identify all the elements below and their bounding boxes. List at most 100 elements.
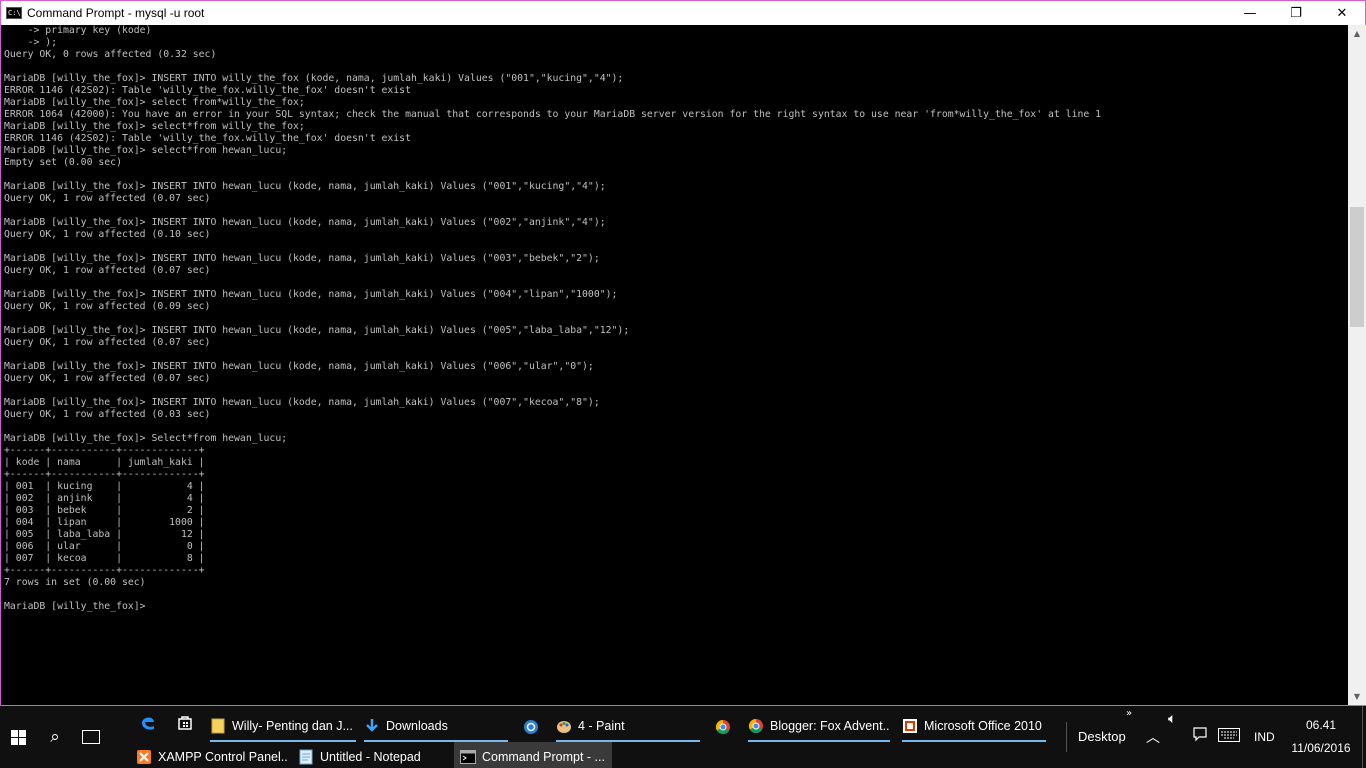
- chrome-icon: [748, 718, 764, 734]
- console-line: Query OK, 1 row affected (0.07 sec): [4, 337, 211, 348]
- paint-icon: [556, 718, 572, 734]
- console-line: | 003 | bebek | 2 |: [4, 505, 205, 516]
- console-line: | kode | nama | jumlah_kaki |: [4, 457, 205, 468]
- console-line: Query OK, 1 row affected (0.07 sec): [4, 265, 211, 276]
- taskbar-item-label: 4 - Paint: [578, 718, 625, 733]
- taskbar-item-label: Downloads: [386, 718, 448, 733]
- close-button[interactable]: ✕: [1319, 1, 1365, 25]
- console-line: MariaDB [willy_the_fox]> INSERT INTO hew…: [4, 181, 606, 192]
- taskbar-item-label: XAMPP Control Panel...: [158, 749, 288, 764]
- chrome-icon[interactable]: [708, 711, 738, 742]
- console-output[interactable]: -> primary key (kode) -> ); Query OK, 0 r…: [2, 25, 1348, 705]
- taskbar-item-folder[interactable]: Willy- Penting dan J...: [210, 711, 356, 742]
- windows-logo-icon: [10, 729, 26, 745]
- cmd-icon: [460, 749, 476, 765]
- taskbar-item-label: Microsoft Office 2010: [924, 718, 1042, 733]
- console-line: | 001 | kucing | 4 |: [4, 481, 205, 492]
- taskbar-item-downloads[interactable]: Downloads: [364, 711, 508, 742]
- console-line: -> );: [4, 37, 58, 48]
- taskbar: ⌕ Willy- Penting dan J... Downloads 4 - …: [0, 706, 1366, 768]
- office-icon: [902, 718, 918, 734]
- cmd-icon: C:\: [6, 7, 22, 19]
- search-icon[interactable]: ⌕: [40, 722, 70, 752]
- console-lines: -> primary key (kode) -> ); Query OK, 0 r…: [2, 25, 1348, 613]
- taskbar-item-command-prompt[interactable]: Command Prompt - ...: [454, 742, 612, 768]
- console-line: | 005 | laba_laba | 12 |: [4, 529, 205, 540]
- taskbar-item-xampp[interactable]: XAMPP Control Panel...: [136, 742, 288, 768]
- console-line: Query OK, 1 row affected (0.03 sec): [4, 409, 211, 420]
- app-circle-icon[interactable]: [516, 711, 546, 742]
- taskbar-item-label: Untitled - Notepad: [320, 749, 421, 764]
- console-line: +------+-----------+-------------+: [4, 469, 205, 480]
- language-indicator[interactable]: IND: [1254, 722, 1275, 752]
- taskbar-item-label: Command Prompt - ...: [482, 749, 605, 764]
- taskbar-item-office[interactable]: Microsoft Office 2010: [902, 711, 1046, 742]
- console-line: MariaDB [willy_the_fox]> select*from hew…: [4, 145, 288, 156]
- folder-icon: [210, 718, 226, 734]
- task-view-icon[interactable]: [76, 722, 106, 752]
- console-line: Query OK, 1 row affected (0.10 sec): [4, 229, 211, 240]
- show-hidden-icons-chevron-icon[interactable]: »: [1126, 708, 1132, 719]
- taskbar-item-notepad[interactable]: Untitled - Notepad: [298, 742, 446, 768]
- xampp-icon: [136, 749, 152, 765]
- console-line: ERROR 1064 (42000): You have an error in…: [4, 109, 1102, 120]
- console-line: MariaDB [willy_the_fox]> INSERT INTO hew…: [4, 217, 606, 228]
- clock-time: 06.41: [1305, 718, 1337, 732]
- console-line: MariaDB [willy_the_fox]> select from*wil…: [4, 97, 305, 108]
- console-line: Query OK, 0 rows affected (0.32 sec): [4, 49, 217, 60]
- console-line: +------+-----------+-------------+: [4, 445, 205, 456]
- title-bar[interactable]: C:\ Command Prompt - mysql -u root — ❐ ✕: [1, 1, 1365, 25]
- edge-icon[interactable]: [133, 706, 163, 737]
- volume-icon[interactable]: 🔈︎: [1168, 711, 1176, 727]
- taskbar-item-label: Blogger: Fox Advent...: [770, 718, 890, 733]
- chevron-up-icon[interactable]: ︿: [1146, 727, 1160, 747]
- console-line: +------+-----------+-------------+: [4, 565, 205, 576]
- console-line: MariaDB [willy_the_fox]>: [4, 601, 152, 612]
- console-line: Query OK, 1 row affected (0.09 sec): [4, 301, 211, 312]
- console-line: 7 rows in set (0.00 sec): [4, 577, 146, 588]
- notepad-icon: [298, 749, 314, 765]
- store-icon[interactable]: [170, 706, 200, 737]
- scroll-thumb[interactable]: [1350, 207, 1364, 327]
- desktop-toolbar[interactable]: Desktop: [1066, 722, 1126, 752]
- maximize-button[interactable]: ❐: [1273, 1, 1319, 25]
- console-line: MariaDB [willy_the_fox]> Select*from hew…: [4, 433, 288, 444]
- clock-date: 11/06/2016: [1291, 741, 1351, 755]
- console-line: -> primary key (kode): [4, 25, 152, 36]
- start-button[interactable]: [0, 722, 36, 752]
- console-line: MariaDB [willy_the_fox]> INSERT INTO hew…: [4, 253, 600, 264]
- console-line: MariaDB [willy_the_fox]> INSERT INTO hew…: [4, 289, 618, 300]
- taskbar-item-blogger[interactable]: Blogger: Fox Advent...: [748, 711, 890, 742]
- console-line: | 007 | kecoa | 8 |: [4, 553, 205, 564]
- taskbar-item-paint[interactable]: 4 - Paint: [556, 711, 700, 742]
- command-prompt-window[interactable]: C:\ Command Prompt - mysql -u root — ❐ ✕…: [0, 0, 1366, 706]
- taskbar-item-label: Willy- Penting dan J...: [232, 718, 353, 733]
- console-line: MariaDB [willy_the_fox]> INSERT INTO hew…: [4, 325, 630, 336]
- minimize-button[interactable]: —: [1227, 1, 1273, 25]
- console-line: Empty set (0.00 sec): [4, 157, 122, 168]
- keyboard-icon[interactable]: [1218, 728, 1240, 746]
- console-line: | 002 | anjink | 4 |: [4, 493, 205, 504]
- download-icon: [364, 718, 380, 734]
- vertical-scrollbar[interactable]: ▲ ▼: [1348, 25, 1366, 705]
- console-line: Query OK, 1 row affected (0.07 sec): [4, 373, 211, 384]
- clock[interactable]: 06.41 11/06/2016: [1284, 714, 1358, 760]
- scroll-up-arrow-icon[interactable]: ▲: [1348, 25, 1366, 42]
- console-line: MariaDB [willy_the_fox]> INSERT INTO wil…: [4, 73, 624, 84]
- console-line: MariaDB [willy_the_fox]> INSERT INTO hew…: [4, 397, 600, 408]
- console-line: | 004 | lipan | 1000 |: [4, 517, 205, 528]
- console-line: MariaDB [willy_the_fox]> select*from wil…: [4, 121, 305, 132]
- console-line: | 006 | ular | 0 |: [4, 541, 205, 552]
- show-desktop-button[interactable]: [1362, 706, 1366, 768]
- action-center-icon[interactable]: [1192, 726, 1208, 746]
- scroll-down-arrow-icon[interactable]: ▼: [1348, 688, 1366, 705]
- console-line: MariaDB [willy_the_fox]> INSERT INTO hew…: [4, 361, 594, 372]
